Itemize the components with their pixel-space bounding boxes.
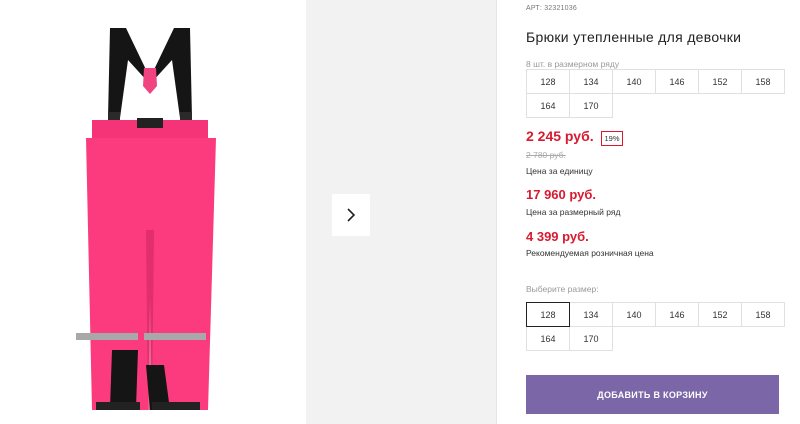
product-image-panel bbox=[0, 0, 300, 424]
discount-badge: 19% bbox=[601, 131, 623, 146]
article-label: АРТ: bbox=[526, 5, 543, 12]
pack-size-grid: 128 134 140 146 152 158 164 170 bbox=[526, 69, 785, 118]
size-option-158[interactable]: 158 bbox=[741, 302, 785, 327]
gallery-next-button[interactable] bbox=[332, 194, 370, 236]
pack-size-cell: 146 bbox=[655, 69, 699, 94]
pack-size-cell: 134 bbox=[569, 69, 613, 94]
size-option-152[interactable]: 152 bbox=[698, 302, 742, 327]
size-option-128[interactable]: 128 bbox=[526, 302, 570, 327]
article-value: 32321036 bbox=[544, 5, 577, 12]
pack-size-label: 8 шт. в размерном ряду bbox=[526, 59, 620, 69]
size-option-164[interactable]: 164 bbox=[526, 326, 570, 351]
size-selector: 128 134 140 146 152 158 164 170 bbox=[526, 302, 785, 351]
row-price: 17 960 руб. bbox=[526, 187, 597, 202]
unit-price-label: Цена за единицу bbox=[526, 166, 593, 176]
old-price: 2 780 руб. bbox=[526, 150, 566, 160]
pack-size-cell: 158 bbox=[741, 69, 785, 94]
pack-size-cell: 152 bbox=[698, 69, 742, 94]
recommended-price: 4 399 руб. bbox=[526, 229, 589, 244]
pink-snow-pants-image bbox=[76, 28, 216, 410]
size-option-170[interactable]: 170 bbox=[569, 326, 613, 351]
unit-price: 2 245 руб. bbox=[526, 128, 594, 144]
pack-size-cell: 128 bbox=[526, 69, 570, 94]
pack-size-cell: 170 bbox=[569, 93, 613, 118]
add-to-cart-button[interactable]: ДОБАВИТЬ В КОРЗИНУ bbox=[526, 375, 779, 414]
panel-divider bbox=[496, 0, 497, 424]
pack-size-cell: 164 bbox=[526, 93, 570, 118]
choose-size-label: Выберите размер: bbox=[526, 284, 599, 294]
row-price-label: Цена за размерный ряд bbox=[526, 207, 621, 217]
gallery-secondary-panel bbox=[306, 0, 496, 424]
pack-size-cell: 140 bbox=[612, 69, 656, 94]
product-title: Брюки утепленные для девочки bbox=[526, 29, 742, 45]
recommended-price-label: Рекомендуемая розничная цена bbox=[526, 248, 654, 258]
size-option-134[interactable]: 134 bbox=[569, 302, 613, 327]
article-number: АРТ: 32321036 bbox=[526, 5, 577, 12]
size-option-140[interactable]: 140 bbox=[612, 302, 656, 327]
chevron-right-icon bbox=[347, 208, 356, 222]
size-option-146[interactable]: 146 bbox=[655, 302, 699, 327]
